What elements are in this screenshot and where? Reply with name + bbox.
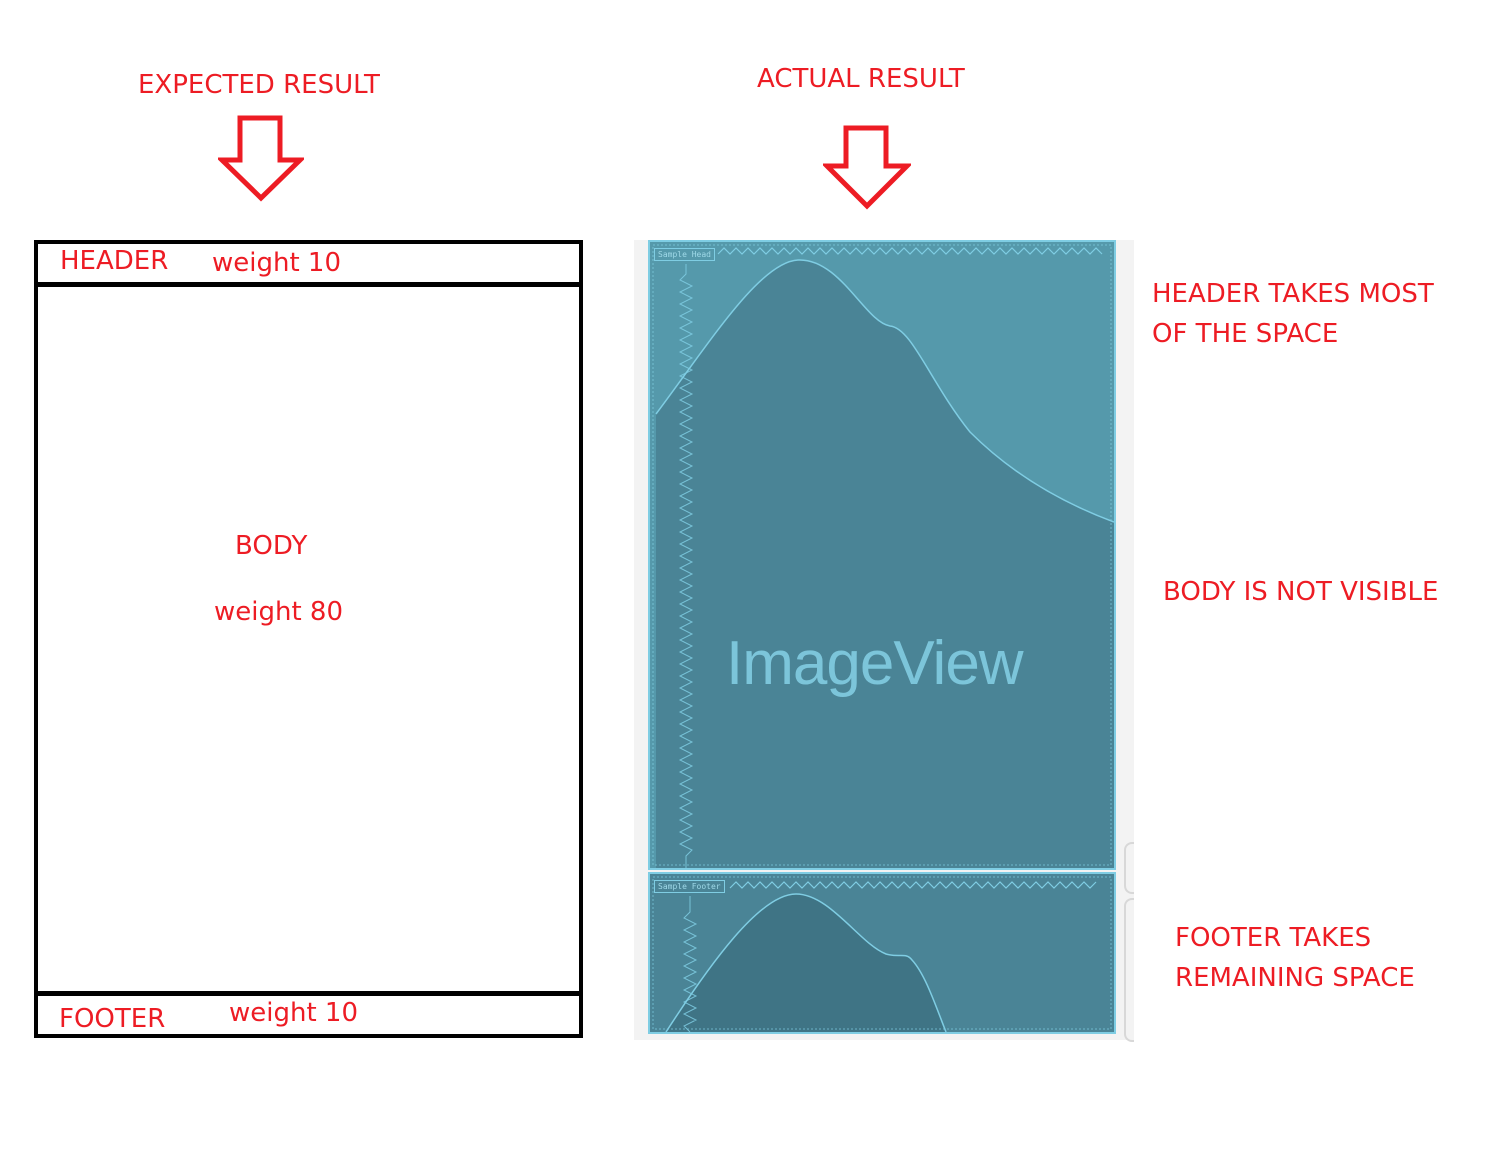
footer-tag: Sample Footer [654, 880, 725, 893]
scroll-handle [1124, 842, 1134, 894]
body-note: BODY IS NOT VISIBLE [1163, 577, 1439, 607]
footer-label: FOOTER [59, 1004, 166, 1034]
header-note: HEADER TAKES MOST OF THE SPACE [1152, 274, 1434, 354]
down-arrow-icon [218, 115, 304, 202]
footer-note-line-1: FOOTER TAKES [1175, 923, 1372, 953]
header-note-line-2: OF THE SPACE [1152, 319, 1339, 349]
body-label: BODY [235, 531, 308, 561]
actual-title: ACTUAL RESULT [757, 64, 965, 94]
footer-note: FOOTER TAKES REMAINING SPACE [1175, 918, 1415, 998]
header-imageview[interactable]: Sample Head [648, 240, 1116, 870]
down-arrow-icon [823, 125, 911, 210]
expected-title: EXPECTED RESULT [138, 70, 380, 100]
header-weight: weight 10 [212, 248, 342, 278]
header-label: HEADER [60, 246, 169, 276]
footer-weight: weight 10 [229, 998, 359, 1028]
expected-header-box: HEADER weight 10 [34, 240, 583, 286]
footer-note-line-2: REMAINING SPACE [1175, 963, 1415, 993]
imageview-placeholder-text: ImageView [726, 629, 1024, 698]
expected-footer-box: FOOTER weight 10 [34, 992, 583, 1038]
footer-wave-graphic [652, 876, 1112, 1032]
footer-imageview[interactable]: Sample Footer [648, 872, 1116, 1034]
expected-body-box: BODY weight 80 [34, 283, 583, 995]
body-weight: weight 80 [214, 597, 344, 627]
header-wave-graphic [652, 244, 1114, 868]
header-note-line-1: HEADER TAKES MOST [1152, 279, 1434, 309]
scroll-track [1124, 898, 1134, 1042]
header-tag: Sample Head [654, 248, 715, 261]
